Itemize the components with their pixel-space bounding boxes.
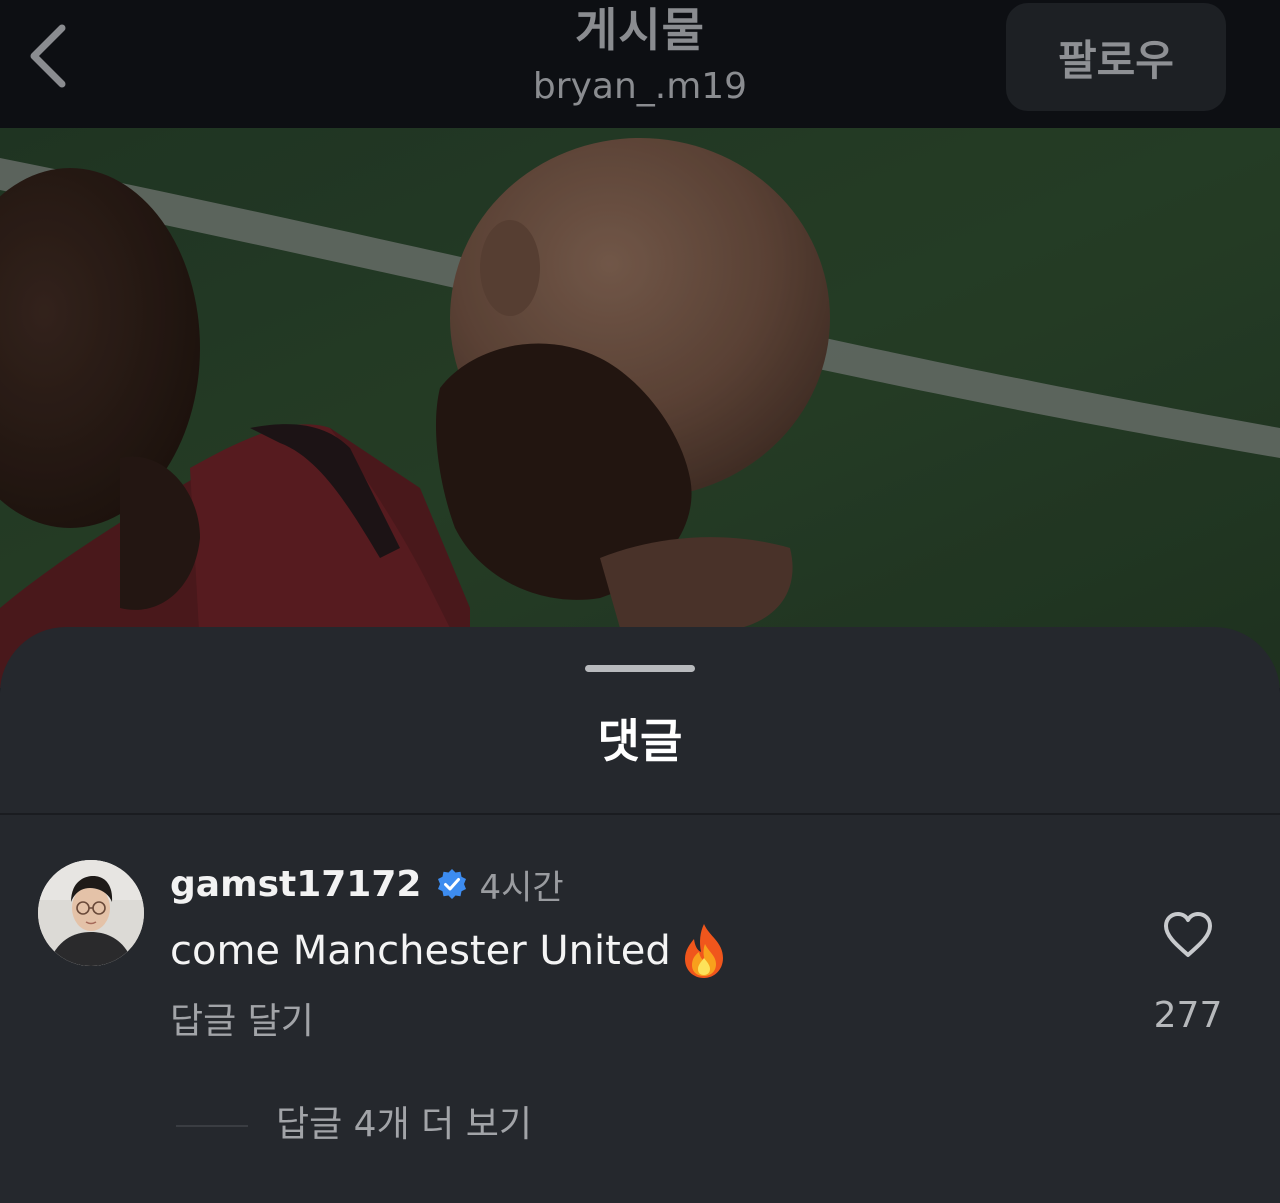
verified-badge-icon (435, 867, 469, 901)
comment-text: come Manchester United (170, 921, 729, 981)
like-count: 277 (1153, 995, 1223, 1036)
comments-title: 댓글 (597, 714, 683, 768)
follow-button[interactable]: 팔로우 (1006, 3, 1226, 111)
post-photo (0, 128, 1280, 688)
view-more-replies-button[interactable]: 답글 4개 더 보기 (276, 1099, 532, 1151)
reply-button[interactable]: 답글 달기 (170, 997, 314, 1047)
comment-time: 4시간 (479, 867, 564, 908)
divider (0, 813, 1280, 815)
fire-icon (679, 922, 729, 980)
like-button[interactable] (1160, 907, 1216, 963)
comment-header: gamst17172 4시간 (170, 857, 564, 911)
post-header: 게시물 bryan_.m19 팔로우 (0, 0, 1280, 128)
replies-line (176, 1125, 248, 1127)
avatar-image (38, 860, 144, 966)
sheet-grabber[interactable] (585, 665, 695, 672)
comment-username[interactable]: gamst17172 (170, 864, 421, 905)
comment-body: come Manchester United (170, 928, 671, 974)
avatar[interactable] (38, 860, 144, 966)
post-photo-image (0, 128, 1280, 688)
heart-icon (1164, 912, 1212, 957)
comments-sheet: 댓글 gamst17172 4시간 come Manchester United… (0, 627, 1280, 1203)
